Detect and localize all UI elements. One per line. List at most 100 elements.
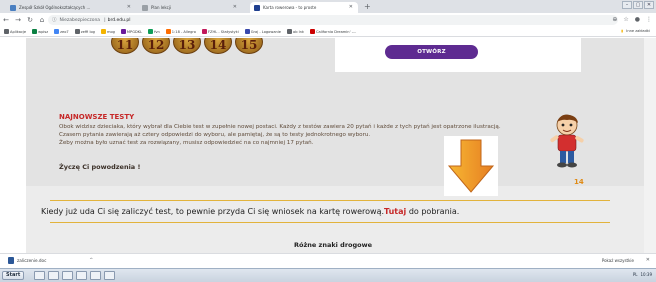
- minimize-button[interactable]: –: [622, 1, 632, 9]
- close-icon[interactable]: ✕: [349, 4, 353, 10]
- bookmark-favicon-icon: [310, 29, 315, 34]
- bookmark-label: ob lnk: [293, 29, 304, 34]
- bookmark-label: Graj - Logowanie: [250, 29, 282, 34]
- taskbar-app-icon[interactable]: [34, 271, 45, 280]
- other-bookmarks[interactable]: ▮ Inne zakładki: [621, 29, 650, 33]
- bookmark-item[interactable]: California Dreamin' -...: [310, 29, 356, 34]
- test-number-badge[interactable]: 12: [142, 38, 170, 54]
- bookmark-favicon-icon: [244, 29, 250, 34]
- zoom-icon[interactable]: ⊕: [612, 16, 617, 23]
- test-number-badge[interactable]: 13: [173, 38, 201, 54]
- tab-karta-rowerowa[interactable]: Karta rowerowa - to proste ✕: [250, 2, 358, 13]
- info-icon[interactable]: ⓘ: [52, 17, 57, 23]
- bookmark-favicon-icon: [120, 29, 126, 34]
- taskbar-app-icon[interactable]: [76, 271, 87, 280]
- security-label: Niezabezpieczona: [59, 17, 101, 23]
- forward-button[interactable]: →: [12, 16, 24, 24]
- taskbar: Start PL 10:39: [0, 268, 656, 282]
- school-favicon-icon: [10, 4, 16, 11]
- bookmark-label: MPGDKL: [126, 29, 143, 34]
- bookmark-label: zeffi log: [80, 29, 95, 34]
- bookmark-label: 1:18 - Allegro: [171, 29, 196, 34]
- home-button[interactable]: ⌂: [36, 16, 48, 24]
- bookmark-item[interactable]: Aplikacje: [4, 29, 26, 34]
- browser-toolbar: ← → ↻ ⌂ ⓘ Niezabezpieczona | brd.edu.pl …: [0, 13, 656, 27]
- other-bookmarks-label: Inne zakładki: [626, 29, 650, 33]
- bookmark-item[interactable]: Graj - Logowanie: [244, 29, 282, 34]
- bookmark-item[interactable]: wpisz: [32, 29, 48, 34]
- chrome-taskbar-icon[interactable]: [90, 271, 101, 280]
- start-button[interactable]: Start: [2, 271, 25, 280]
- divider: [50, 200, 610, 201]
- tab-title: Plan lekcji: [151, 5, 172, 10]
- section-description: Obok widzisz dzieciaka, który wybrał dla…: [59, 124, 501, 138]
- test-number-badge[interactable]: 11: [111, 38, 139, 54]
- bookmark-favicon-icon: [287, 29, 293, 34]
- tab-plan-lekcji[interactable]: Plan lekcji ✕: [138, 2, 242, 13]
- bookmark-item[interactable]: fvn: [148, 29, 160, 34]
- show-all-downloads-button[interactable]: Pokaż wszystkie: [602, 258, 634, 263]
- bookmark-label: mog: [106, 29, 115, 34]
- bookmark-favicon-icon: [201, 29, 207, 34]
- language-indicator[interactable]: PL: [633, 272, 638, 277]
- test-number-badges: 11 12 13 14 15: [111, 38, 263, 54]
- bookmark-item[interactable]: zeo7: [54, 29, 69, 34]
- word-taskbar-icon[interactable]: [104, 271, 115, 280]
- page-right-margin: [644, 38, 656, 253]
- folder-icon: ▮: [621, 29, 624, 33]
- page-viewport: 11 12 13 14 15 OTWÓRZ NAJNOWSZE TESTY Ob…: [0, 38, 656, 253]
- tab-title: Zespół Szkół Ogólnokształcących ...: [19, 5, 91, 10]
- tab-strip: Zespół Szkół Ogólnokształcących ... ✕ Pl…: [0, 0, 656, 13]
- back-button[interactable]: ←: [0, 16, 12, 24]
- bookmark-item[interactable]: 1:18 - Allegro: [165, 29, 196, 34]
- taskbar-app-icon[interactable]: [48, 271, 59, 280]
- star-icon[interactable]: ☆: [623, 16, 628, 23]
- application-note-suffix: do pobrania.: [406, 207, 460, 216]
- arrow-panel: [444, 136, 498, 196]
- bookmark-item[interactable]: FZHL - Statystyki: [201, 29, 239, 34]
- address-bar[interactable]: ⓘ Niezabezpieczona | brd.edu.pl: [48, 15, 618, 25]
- open-button[interactable]: OTWÓRZ: [385, 45, 478, 59]
- reload-button[interactable]: ↻: [24, 16, 36, 24]
- bookmark-favicon-icon: [74, 29, 80, 34]
- bookmark-item[interactable]: MPGDKL: [120, 29, 143, 34]
- road-signs-heading: Różne znaki drogowe: [294, 241, 373, 249]
- tab-zso[interactable]: Zespół Szkół Ogólnokształcących ... ✕: [6, 2, 136, 13]
- close-window-button[interactable]: ✕: [644, 1, 654, 9]
- application-note: Kiedy już uda Ci się zaliczyć test, to p…: [41, 207, 459, 216]
- download-link[interactable]: Tutaj: [384, 207, 406, 216]
- application-note-text: Kiedy już uda Ci się zaliczyć test, to p…: [41, 207, 385, 216]
- bookmark-favicon-icon: [148, 29, 154, 34]
- test-number-badge[interactable]: 14: [204, 38, 232, 54]
- section-title: NAJNOWSZE TESTY: [59, 113, 135, 121]
- maximize-button[interactable]: ▢: [633, 1, 643, 9]
- window-controls: – ▢ ✕: [622, 1, 654, 9]
- account-icon[interactable]: ●: [635, 16, 640, 23]
- chevron-up-icon[interactable]: ^: [89, 258, 93, 263]
- cartoon-boy-illustration[interactable]: [547, 112, 587, 172]
- word-document-icon: [8, 257, 14, 264]
- bookmark-item[interactable]: mog: [100, 29, 115, 34]
- taskbar-app-icon[interactable]: [62, 271, 73, 280]
- system-tray: PL 10:39: [633, 272, 652, 277]
- clock[interactable]: 10:39: [640, 272, 652, 277]
- good-luck-text: Życzę Ci powodzenia !: [59, 163, 141, 171]
- bookmark-item[interactable]: ob lnk: [287, 29, 304, 34]
- bookmark-label: fvn: [154, 29, 160, 34]
- close-icon[interactable]: ✕: [646, 257, 650, 263]
- bookmark-label: California Dreamin' -...: [316, 29, 357, 34]
- bookmark-item[interactable]: zeffi log: [74, 29, 95, 34]
- bookmark-favicon-icon: [100, 29, 106, 34]
- test-number-badge[interactable]: 15: [235, 38, 263, 54]
- menu-icon[interactable]: ⋮: [646, 16, 652, 23]
- bookmark-label: wpisz: [38, 29, 49, 34]
- new-tab-button[interactable]: +: [364, 2, 371, 12]
- separator: |: [104, 17, 106, 23]
- close-icon[interactable]: ✕: [127, 4, 131, 10]
- brd-favicon-icon: [254, 4, 260, 11]
- close-icon[interactable]: ✕: [233, 4, 237, 10]
- bookmark-favicon-icon: [54, 29, 60, 34]
- bookmark-label: Aplikacje: [10, 29, 27, 34]
- download-item[interactable]: zaliczenie.doc ^: [8, 257, 93, 264]
- page-favicon-icon: [142, 4, 148, 11]
